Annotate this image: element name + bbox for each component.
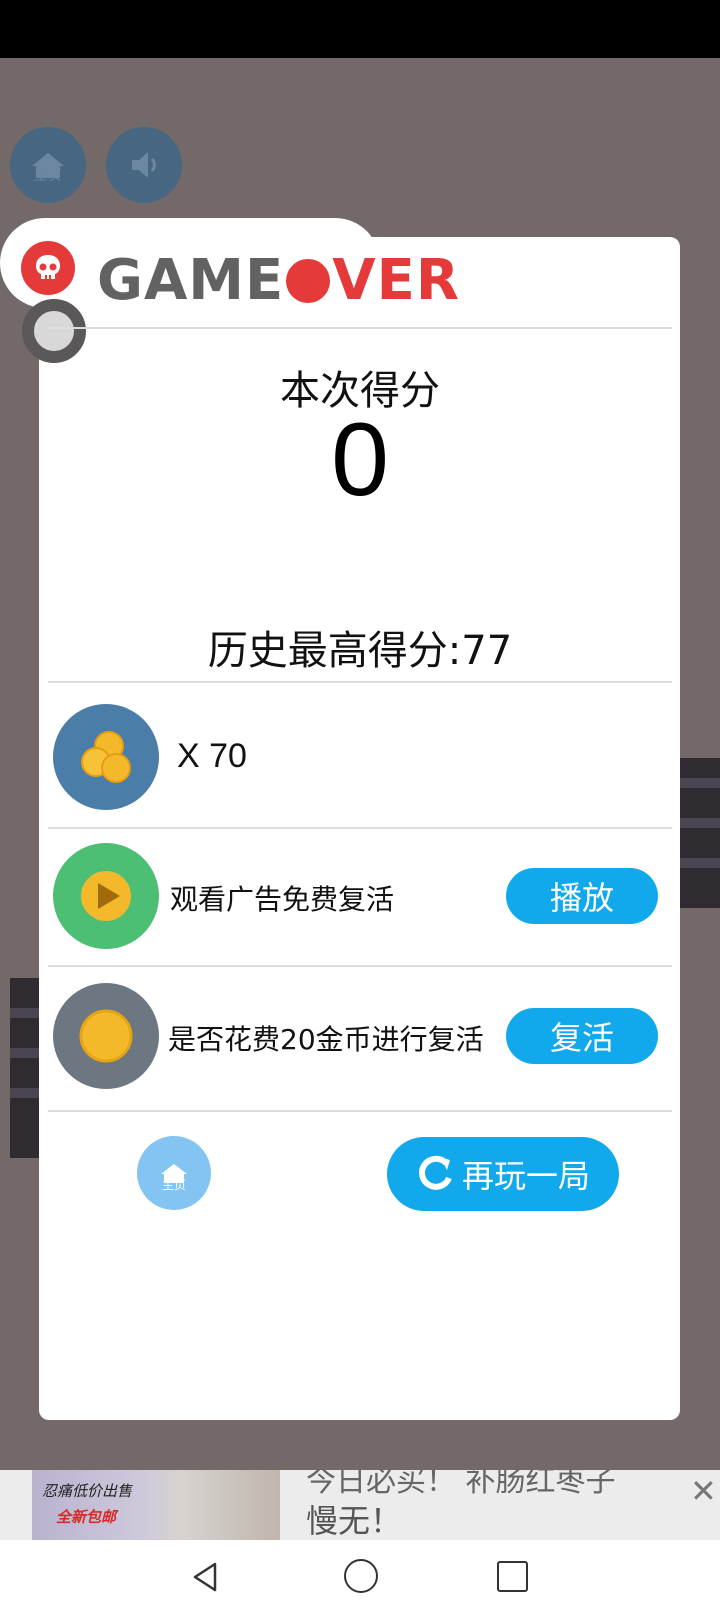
revive-button[interactable]: 复活: [506, 1008, 658, 1064]
game-over-title-prefix: GAME: [97, 248, 285, 313]
replay-button-label: 再玩一局: [461, 1157, 590, 1195]
ad-revive-icon: [53, 843, 159, 949]
best-score-label: 历史最高得分:77: [207, 628, 513, 674]
divider: [48, 327, 672, 329]
current-score-value: 0: [331, 402, 389, 518]
home-button[interactable]: 主页: [10, 127, 86, 203]
ad-image[interactable]: 忍痛低价出售 全新包邮: [32, 1470, 280, 1540]
ad-revive-text: 观看广告免费复活: [170, 883, 395, 916]
play-ad-button[interactable]: 播放: [506, 868, 658, 924]
coin-revive-icon: [53, 983, 159, 1089]
divider: [48, 965, 672, 967]
status-bar: [0, 0, 720, 58]
decorative-ring: [22, 299, 86, 363]
coin-revive-text: 是否花费20金币进行复活: [168, 1023, 484, 1056]
sound-icon: [132, 152, 156, 178]
sound-button[interactable]: [106, 127, 182, 203]
ad-headline: 慢无！: [306, 1502, 403, 1540]
play-icon: [81, 871, 131, 921]
home-button-label: 主页: [34, 168, 62, 184]
game-over-title-suffix: VER: [332, 248, 461, 313]
recents-icon[interactable]: [497, 1561, 528, 1592]
coin-icon: [79, 1009, 133, 1063]
home-small-button[interactable]: 主页: [137, 1136, 211, 1210]
divider: [48, 1110, 672, 1112]
skull-icon: [21, 241, 75, 295]
nav-home-icon[interactable]: [344, 1559, 378, 1593]
game-over-title: GAME VER: [97, 248, 460, 313]
divider: [48, 681, 672, 683]
home-small-label: 主页: [161, 1178, 186, 1192]
coin-count: X 70: [177, 737, 247, 775]
back-icon[interactable]: [190, 1561, 220, 1593]
replay-button[interactable]: 再玩一局: [387, 1137, 619, 1211]
divider: [48, 827, 672, 829]
coins-icon: [53, 704, 159, 810]
replay-icon: [419, 1155, 452, 1190]
game-over-o-dot: [286, 259, 331, 303]
ad-close-icon[interactable]: ✕: [690, 1472, 717, 1510]
ad-image-line1: 忍痛低价出售: [42, 1482, 133, 1500]
ad-image-line2: 全新包邮: [56, 1508, 117, 1526]
